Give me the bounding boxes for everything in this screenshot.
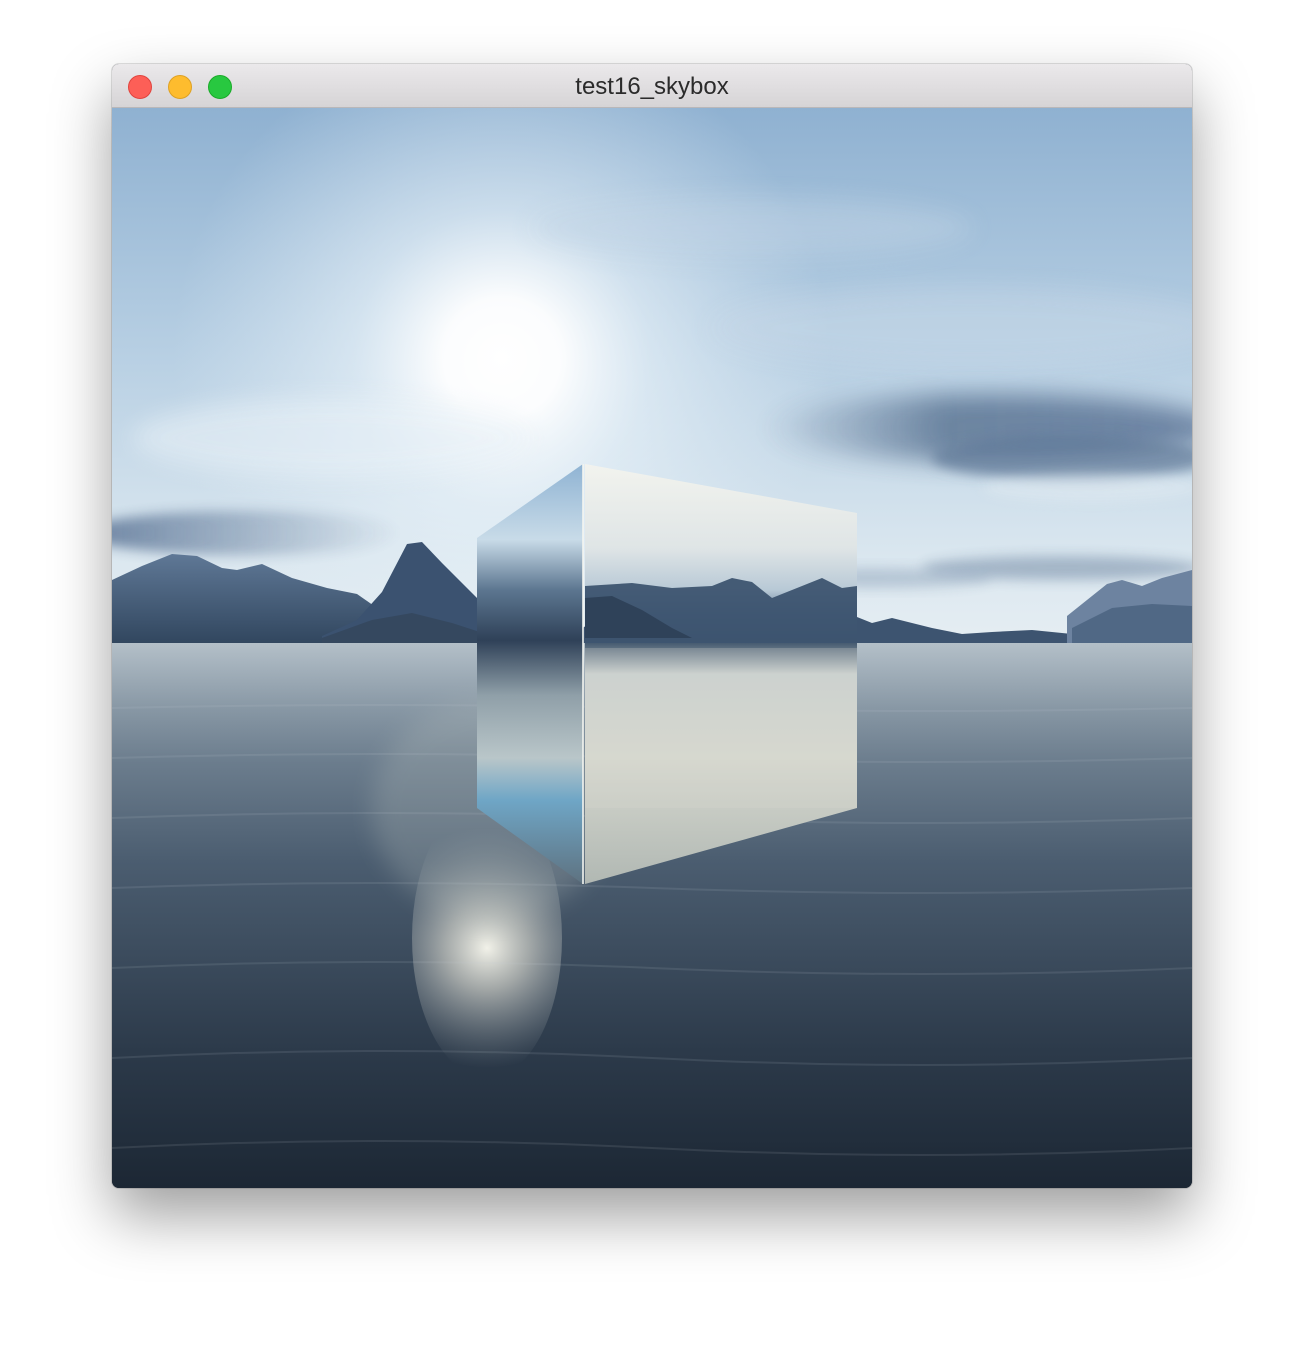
skybox-scene xyxy=(112,108,1192,1188)
render-viewport[interactable] xyxy=(112,108,1192,1188)
reflective-cube xyxy=(477,464,857,884)
app-window: test16_skybox xyxy=(112,64,1192,1188)
title-bar[interactable]: test16_skybox xyxy=(112,64,1192,108)
window-title: test16_skybox xyxy=(575,73,729,100)
cube-front-reflection-mountains xyxy=(585,578,857,643)
